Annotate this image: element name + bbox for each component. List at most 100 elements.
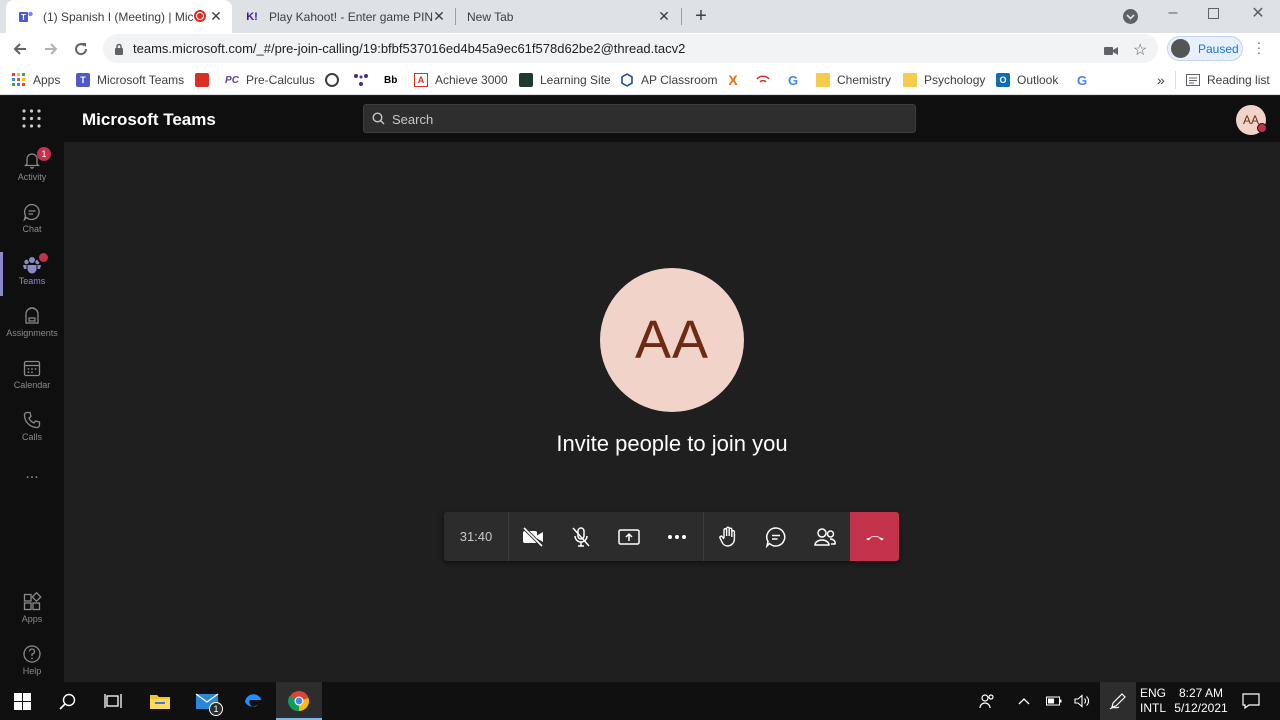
apps-grid-icon <box>12 73 26 87</box>
bookmark-google-2[interactable]: G <box>1075 70 1096 90</box>
show-conversation-button[interactable] <box>752 512 800 561</box>
pc-icon: PC <box>225 74 239 86</box>
red-book-icon <box>195 73 209 87</box>
rail-item-apps[interactable]: Apps <box>0 586 64 638</box>
bookmark-blackboard[interactable]: Bb <box>384 70 404 90</box>
chrome-menu-icon[interactable]: · · · <box>1256 35 1262 59</box>
rail-label: Apps <box>21 614 43 624</box>
rail-more-button[interactable]: ... <box>0 466 64 494</box>
new-tab-button[interactable]: + <box>690 5 712 27</box>
close-tab-icon[interactable]: ✕ <box>208 8 224 24</box>
chat-icon <box>23 203 40 222</box>
volume-icon[interactable] <box>1070 682 1094 720</box>
rail-item-activity[interactable]: Activity 1 <box>0 144 64 196</box>
raise-hand-button[interactable] <box>704 512 752 561</box>
close-tab-icon[interactable]: ✕ <box>431 8 447 24</box>
mail-badge: 1 <box>209 702 223 716</box>
profile-status: Paused <box>1198 42 1239 56</box>
hang-up-button[interactable] <box>850 512 899 561</box>
back-button[interactable] <box>11 40 29 63</box>
search-input[interactable]: Search <box>363 104 916 133</box>
tab-title: (1) Spanish I (Meeting) | Micr <box>43 9 193 24</box>
reload-button[interactable] <box>72 40 90 63</box>
show-hidden-icons-button[interactable] <box>1012 682 1036 720</box>
bookmark-pre-calculus[interactable]: PC Pre-Calculus <box>225 70 315 90</box>
tab-search-icon[interactable] <box>1123 9 1138 24</box>
address-bar[interactable]: teams.microsoft.com/_#/pre-join-calling/… <box>103 34 1158 63</box>
bookmark-label: Psychology <box>924 73 986 87</box>
people-icon[interactable] <box>975 682 999 720</box>
minimize-button[interactable]: – <box>1165 4 1181 24</box>
bookmark-achieve-3000[interactable]: A Achieve 3000 <box>414 70 508 90</box>
taskbar-search-button[interactable] <box>45 682 90 720</box>
lock-icon <box>114 42 124 60</box>
rail-item-teams[interactable]: Teams <box>0 248 64 300</box>
rail-item-calls[interactable]: Calls <box>0 404 64 456</box>
camera-off-icon <box>522 526 544 547</box>
tab-teams-meeting[interactable]: T (1) Spanish I (Meeting) | Micr ✕ <box>6 0 232 33</box>
close-window-button[interactable]: ✕ <box>1250 3 1266 23</box>
teams-icon: T <box>18 9 34 25</box>
bookmark-star-icon[interactable]: ☆ <box>1133 40 1147 60</box>
bookmark-wifi[interactable] <box>756 70 777 90</box>
bookmark-globe[interactable] <box>325 70 346 90</box>
browser-toolbar: teams.microsoft.com/_#/pre-join-calling/… <box>0 33 1280 64</box>
camera-toggle-button[interactable] <box>509 512 557 561</box>
action-center-button[interactable] <box>1236 682 1266 720</box>
raise-hand-icon <box>719 526 736 547</box>
invite-message: Invite people to join you <box>556 431 788 456</box>
show-participants-button[interactable] <box>801 512 849 561</box>
pen-workspace-button[interactable] <box>1100 682 1136 720</box>
profile-avatar <box>1171 39 1190 58</box>
rail-item-chat[interactable]: Chat <box>0 196 64 248</box>
bookmark-dots[interactable] <box>354 70 375 90</box>
reading-list-button[interactable]: Reading list <box>1186 70 1270 90</box>
camera-in-use-icon[interactable] <box>1104 43 1118 61</box>
bookmark-label: Chemistry <box>837 73 892 87</box>
more-actions-button[interactable] <box>653 512 701 561</box>
bookmark-ap-classroom[interactable]: AP Classroom <box>620 70 717 90</box>
mail-button[interactable]: 1 <box>184 682 230 720</box>
profile-button[interactable]: Paused <box>1167 36 1243 61</box>
folder-icon <box>150 695 170 709</box>
task-view-icon <box>103 694 122 708</box>
bookmark-google[interactable]: G <box>786 70 807 90</box>
edge-button[interactable] <box>230 682 276 720</box>
tab-new[interactable]: New Tab ✕ <box>455 0 680 33</box>
bookmark-red-book[interactable] <box>195 70 216 90</box>
tab-kahoot[interactable]: K! Play Kahoot! - Enter game PIN he ✕ <box>232 0 455 33</box>
bookmark-x[interactable]: X <box>726 70 747 90</box>
app-launcher-icon[interactable] <box>22 109 41 133</box>
close-tab-icon[interactable]: ✕ <box>656 8 672 24</box>
bookmark-microsoft-teams[interactable]: T Microsoft Teams <box>76 70 184 90</box>
more-bookmarks-button[interactable]: » <box>1157 70 1165 90</box>
chrome-taskbar-button[interactable] <box>276 682 322 720</box>
bookmark-psychology[interactable]: Psychology <box>903 70 985 90</box>
start-button[interactable] <box>0 682 45 720</box>
bookmark-outlook[interactable]: O Outlook <box>996 70 1058 90</box>
rail-item-calendar[interactable]: Calendar <box>0 352 64 404</box>
bookmark-chemistry[interactable]: Chemistry <box>816 70 891 90</box>
bookmark-learning-site[interactable]: Learning Site <box>519 70 611 90</box>
x-icon: X <box>728 72 738 88</box>
participant-avatar: AA <box>600 268 744 412</box>
bookmark-label: Microsoft Teams <box>97 73 185 87</box>
calendar-icon <box>23 360 41 377</box>
bookmark-apps[interactable]: Apps <box>12 70 60 90</box>
search-icon <box>372 112 385 130</box>
file-explorer-button[interactable] <box>137 682 183 720</box>
share-screen-button[interactable] <box>605 512 653 561</box>
help-icon <box>23 645 41 663</box>
task-view-button[interactable] <box>90 682 135 720</box>
share-screen-icon <box>618 528 640 545</box>
input-language-button[interactable]: ENG INTL <box>1138 682 1168 720</box>
restore-button[interactable] <box>1208 8 1219 19</box>
activity-badge: 1 <box>37 147 51 161</box>
mic-toggle-button[interactable] <box>557 512 605 561</box>
rail-item-assignments[interactable]: Assignments <box>0 300 64 352</box>
clock[interactable]: 8:27 AM 5/12/2021 <box>1170 682 1232 720</box>
notification-icon <box>1242 693 1260 709</box>
hang-up-icon <box>865 535 884 540</box>
forward-button[interactable] <box>42 40 60 63</box>
battery-icon[interactable] <box>1042 682 1066 720</box>
